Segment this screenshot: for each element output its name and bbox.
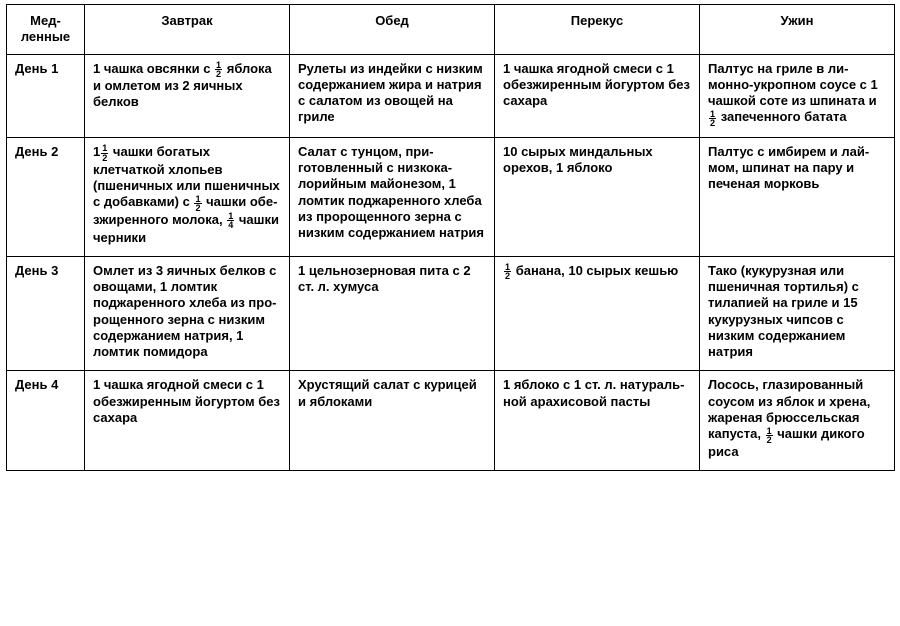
day-label: День 4 <box>7 371 85 471</box>
day-label: День 2 <box>7 137 85 256</box>
cell-lunch: 1 цельнозерновая пита с 2 ст. л. хумуса <box>290 256 495 371</box>
fraction-half-icon: 12 <box>709 110 716 127</box>
cell-dinner: Палтус на гриле в ли­монно-укропном соус… <box>700 54 895 137</box>
header-dinner: Ужин <box>700 5 895 55</box>
cell-breakfast: 1 чашка ягодной сме­си с 1 обезжиренным … <box>85 371 290 471</box>
table-row: День 2 112 чашки богатых клетчаткой хлоп… <box>7 137 895 256</box>
day-label: День 1 <box>7 54 85 137</box>
table-row: День 4 1 чашка ягодной сме­си с 1 обезжи… <box>7 371 895 471</box>
fraction-half-icon: 12 <box>194 195 201 212</box>
cell-snack: 1 яблоко с 1 ст. л. на­тураль­ной арахис… <box>495 371 700 471</box>
header-snack: Перекус <box>495 5 700 55</box>
fraction-half-icon: 12 <box>504 263 511 280</box>
cell-snack: 1 чашка ягодной смеси с 1 обезжиренным й… <box>495 54 700 137</box>
header-breakfast: Завтрак <box>85 5 290 55</box>
fraction-half-icon: 12 <box>766 427 773 444</box>
cell-lunch: Салат с тунцом, при­готовленный с низкок… <box>290 137 495 256</box>
fraction-quarter-icon: 14 <box>227 212 234 229</box>
table-row: День 3 Омлет из 3 яичных белков с овощам… <box>7 256 895 371</box>
header-slow: Мед-ленные <box>7 5 85 55</box>
cell-breakfast: Омлет из 3 яичных белков с овощами, 1 ло… <box>85 256 290 371</box>
cell-dinner: Лосось, глазированный соусом из яблок и … <box>700 371 895 471</box>
table-row: День 1 1 чашка овсянки с 12 яблока и ом­… <box>7 54 895 137</box>
fraction-half-icon: 12 <box>215 61 222 78</box>
cell-breakfast: 112 чашки богатых клетчаткой хлопьев (пш… <box>85 137 290 256</box>
cell-lunch: Рулеты из индейки с низ­ким содержанием … <box>290 54 495 137</box>
cell-dinner: Палтус с имбирем и лай­мом, шпинат на па… <box>700 137 895 256</box>
cell-breakfast: 1 чашка овсянки с 12 яблока и ом­летом и… <box>85 54 290 137</box>
meal-plan-table: Мед-ленные Завтрак Обед Перекус Ужин Ден… <box>6 4 895 471</box>
cell-snack: 10 сырых миндальных орехов, 1 яблоко <box>495 137 700 256</box>
fraction-half-icon: 12 <box>101 144 108 161</box>
cell-lunch: Хрустящий салат с кури­цей и яблоками <box>290 371 495 471</box>
cell-snack: 12 банана, 10 сырых кешью <box>495 256 700 371</box>
day-label: День 3 <box>7 256 85 371</box>
header-lunch: Обед <box>290 5 495 55</box>
table-header-row: Мед-ленные Завтрак Обед Перекус Ужин <box>7 5 895 55</box>
cell-dinner: Тако (кукурузная или пшеничная тортилья)… <box>700 256 895 371</box>
